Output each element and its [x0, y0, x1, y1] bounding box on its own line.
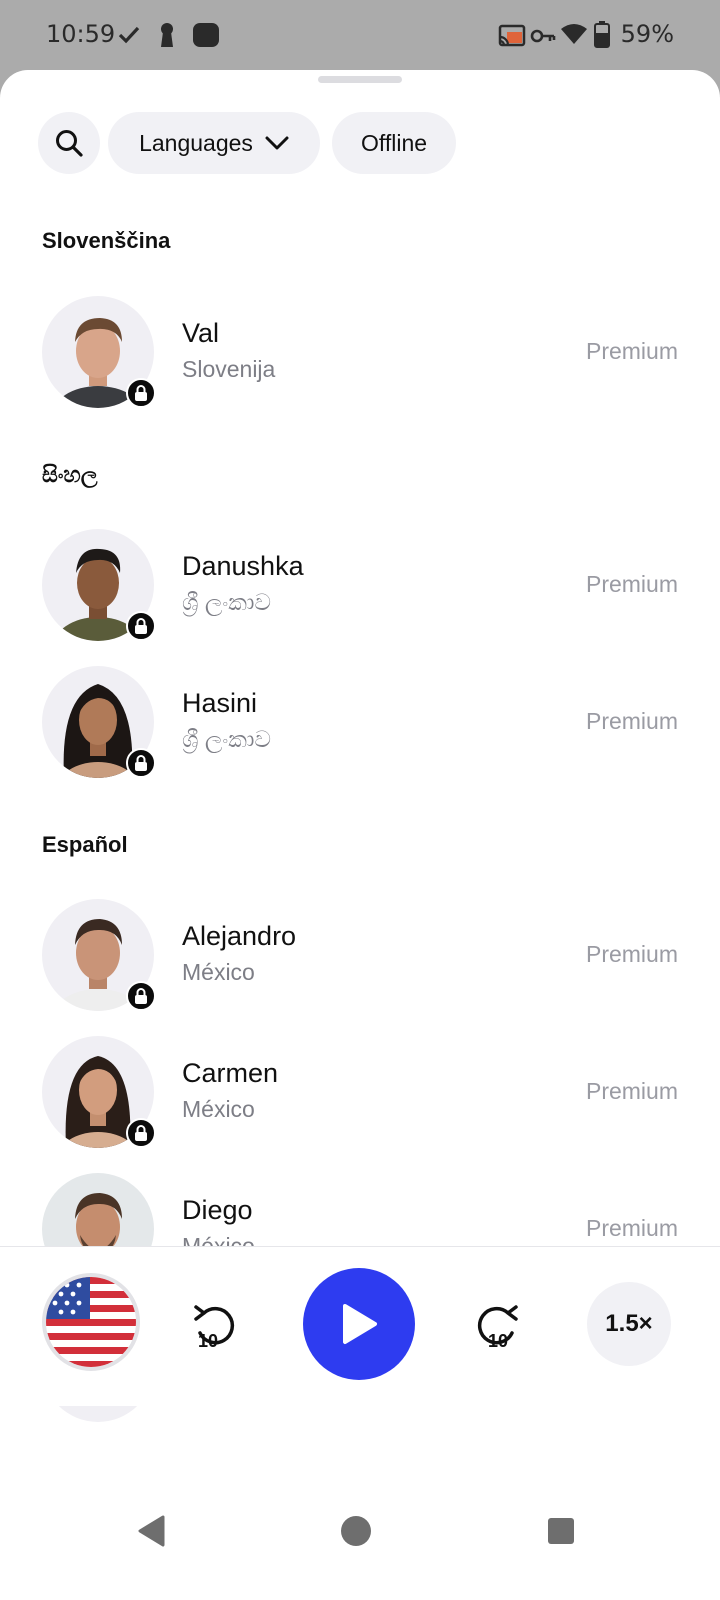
battery-icon — [594, 21, 610, 48]
voice-name: Alejandro — [182, 921, 297, 951]
sheet-drag-handle[interactable] — [318, 76, 402, 83]
lock-icon — [126, 378, 156, 408]
lock-icon — [126, 748, 156, 778]
voice-name: Val — [182, 318, 220, 348]
voice-country: México — [182, 1096, 255, 1122]
voice-country: ශ්‍රී ලංකාව — [182, 589, 272, 615]
system-nav-bar — [0, 1466, 720, 1600]
voice-name: Diego — [182, 1195, 253, 1225]
back-icon[interactable] — [136, 1514, 166, 1548]
voice-tier: Premium — [585, 1215, 678, 1241]
voice-country: Slovenija — [182, 356, 276, 382]
battery-level: 59% — [620, 20, 674, 48]
status-time: 10:59 — [46, 20, 116, 48]
offline-filter-button[interactable]: Offline — [332, 112, 456, 174]
voice-country: ශ්‍රී ලංකාව — [182, 726, 272, 752]
section-title: Español — [42, 832, 128, 857]
search-button[interactable] — [38, 112, 100, 174]
voice-name: Hasini — [182, 688, 258, 718]
app-notification-icon — [193, 23, 219, 47]
voice-name: Danushka — [182, 551, 304, 581]
search-icon — [56, 130, 83, 157]
voice-country: México — [182, 959, 255, 985]
voice-row[interactable]: Val Slovenija Premium — [0, 296, 720, 410]
status-bar: 10:59 59% — [0, 0, 720, 70]
voice-row[interactable]: Hasini ශ්‍රී ලංකාව Premium — [0, 666, 720, 780]
languages-filter-label: Languages — [139, 129, 253, 156]
play-button[interactable] — [303, 1268, 415, 1380]
voice-tier: Premium — [585, 708, 678, 734]
forward-seconds: 10 — [488, 1331, 508, 1351]
voice-row[interactable]: Alejandro México Premium — [0, 899, 720, 1013]
languages-filter-button[interactable]: Languages — [108, 112, 320, 174]
us-flag-icon[interactable] — [42, 1273, 140, 1371]
vpn-key-icon — [530, 29, 556, 43]
playback-speed-button[interactable]: 1.5× — [587, 1282, 671, 1366]
keyhole-icon — [161, 23, 173, 47]
voice-row[interactable]: Danushka ශ්‍රී ලංකාව Premium — [0, 529, 720, 643]
voice-name: Carmen — [182, 1058, 279, 1088]
cast-icon — [498, 24, 526, 47]
voice-tier: Premium — [585, 571, 678, 597]
chevron-down-icon — [265, 136, 289, 150]
forward-10-icon: 10 — [477, 1305, 518, 1351]
player-bar: 10 10 1.5× — [0, 1246, 720, 1406]
lock-icon — [126, 981, 156, 1011]
check-icon — [118, 26, 140, 44]
playback-speed-label: 1.5× — [605, 1310, 653, 1337]
section-title: Slovenščina — [42, 228, 171, 253]
section-title: සිංහල — [42, 462, 98, 487]
voice-tier: Premium — [585, 941, 678, 967]
forward-10-button[interactable]: 10 — [470, 1299, 522, 1351]
recents-icon[interactable] — [545, 1515, 577, 1547]
play-icon — [343, 1304, 377, 1344]
rewind-seconds: 10 — [198, 1331, 218, 1351]
lock-icon — [126, 1118, 156, 1148]
voice-row[interactable]: Carmen México Premium — [0, 1036, 720, 1150]
wifi-icon — [561, 24, 587, 44]
lock-icon — [126, 611, 156, 641]
voice-tier: Premium — [585, 338, 678, 364]
rewind-10-icon: 10 — [194, 1305, 235, 1351]
home-icon[interactable] — [339, 1514, 373, 1548]
offline-filter-label: Offline — [360, 129, 428, 156]
voice-tier: Premium — [585, 1078, 678, 1104]
rewind-10-button[interactable]: 10 — [190, 1299, 242, 1351]
